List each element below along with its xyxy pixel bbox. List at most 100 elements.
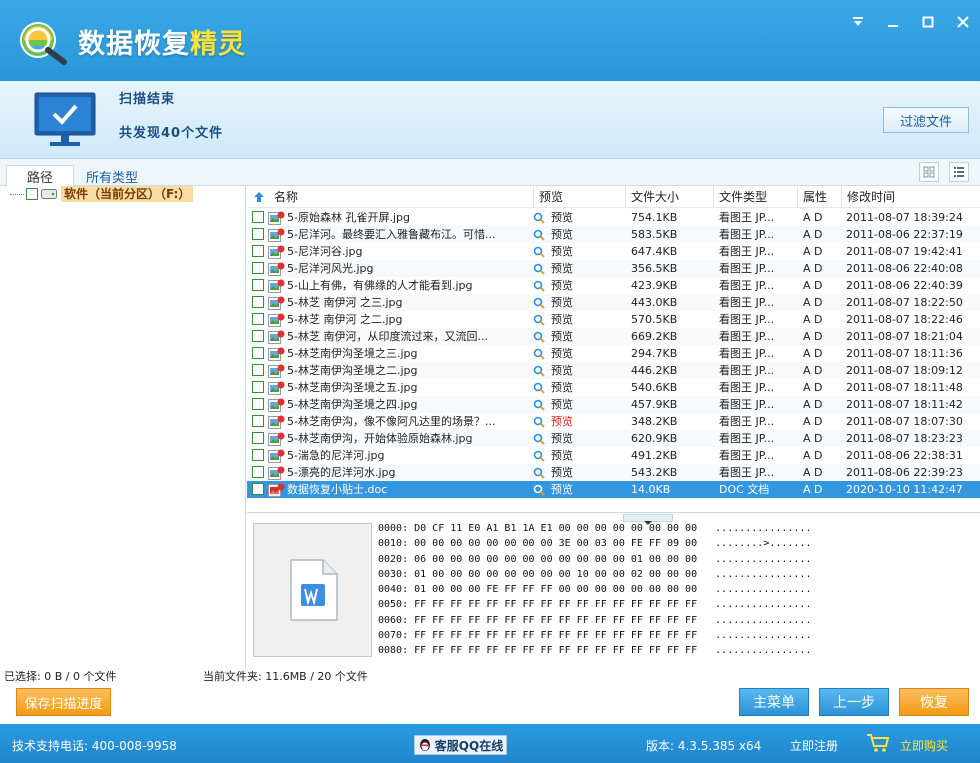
app-title: 数据恢复精灵 [78, 29, 246, 60]
monitor-check-icon [34, 92, 96, 146]
file-type: 看图王 JP... [719, 313, 775, 326]
title-bar: 数据恢复精灵 [0, 0, 980, 81]
filter-files-button[interactable]: 过滤文件 [883, 107, 969, 133]
file-checkbox[interactable] [252, 381, 264, 393]
file-checkbox[interactable] [252, 330, 264, 342]
save-scan-progress-button[interactable]: 保存扫描进度 [16, 688, 111, 716]
partition-checkbox[interactable] [26, 188, 38, 200]
column-preview[interactable]: 预览 [533, 186, 625, 208]
column-attr[interactable]: 属性 [797, 186, 841, 208]
folder-tree: 软件（当前分区）（F:） [0, 186, 246, 668]
column-name[interactable]: 名称 [269, 186, 533, 208]
file-row[interactable]: 5-原始森林 孔雀开屏.jpg 预览 754.1KB 看图王 JP... A D 2011… [247, 209, 980, 226]
file-name: 5-尼洋河。最终要汇入雅鲁藏布江。可惜... [287, 228, 496, 241]
file-row[interactable]: 5-漂亮的尼洋河水.jpg 预览 543.2KB 看图王 JP... A D 2011-0… [247, 464, 980, 481]
file-row[interactable]: 5-尼洋河谷.jpg 预览 647.4KB 看图王 JP... A D 2011-08-0… [247, 243, 980, 260]
preview-link[interactable]: 预览 [533, 277, 617, 294]
preview-link[interactable]: 预览 [533, 362, 617, 379]
file-size: 647.4KB [631, 245, 678, 258]
file-row[interactable]: 5-林芝南伊沟圣境之三.jpg 预览 294.7KB 看图王 JP... A D 2011… [247, 345, 980, 362]
file-row[interactable]: 5-林芝南伊沟圣境之二.jpg 预览 446.2KB 看图王 JP... A D 2011… [247, 362, 980, 379]
file-row[interactable]: 数据恢复小贴士.doc 预览 14.0KB DOC 文档 A D 2020-10-10 1… [247, 481, 980, 498]
file-checkbox[interactable] [252, 313, 264, 325]
file-attr: A D [803, 398, 823, 411]
file-checkbox[interactable] [252, 347, 264, 359]
minimize-button[interactable] [875, 8, 910, 36]
preview-link[interactable]: 预览 [533, 396, 617, 413]
view-thumbnails-button[interactable] [919, 162, 939, 182]
file-checkbox[interactable] [252, 279, 264, 291]
file-row[interactable]: 5-山上有佛，有佛缘的人才能看到.jpg 预览 423.9KB 看图王 JP... A … [247, 277, 980, 294]
view-details-button[interactable] [949, 162, 969, 182]
main-menu-button[interactable]: 主菜单 [739, 688, 809, 716]
footer-bar: 技术支持电话: 400-008-9958 客服QQ在线 版本: 4.3.5.38… [0, 724, 980, 763]
hex-line: 0010: 00 00 00 00 00 00 00 00 3E 00 03 0… [378, 538, 812, 550]
file-checkbox[interactable] [252, 211, 264, 223]
grid-view-icon [923, 166, 935, 178]
preview-link[interactable]: 预览 [533, 464, 617, 481]
preview-link[interactable]: 预览 [533, 311, 617, 328]
preview-link[interactable]: 预览 [533, 430, 617, 447]
file-attr: A D [803, 279, 823, 292]
file-checkbox[interactable] [252, 364, 264, 376]
file-row[interactable]: 5-林芝南伊沟，开始体验原始森林.jpg 预览 620.9KB 看图王 JP... A … [247, 430, 980, 447]
recover-button[interactable]: 恢复 [899, 688, 969, 716]
buy-now-link[interactable]: 立即购买 [900, 737, 948, 754]
preview-link[interactable]: 预览 [533, 260, 617, 277]
file-checkbox[interactable] [252, 398, 264, 410]
preview-link[interactable]: 预览 [533, 294, 617, 311]
qq-support-button[interactable]: 客服QQ在线 [414, 735, 507, 755]
close-icon [956, 16, 969, 28]
previous-step-button[interactable]: 上一步 [819, 688, 889, 716]
preview-link[interactable]: 预览 [533, 209, 617, 226]
sort-up-icon[interactable] [253, 191, 265, 203]
preview-link[interactable]: 预览 [533, 447, 617, 464]
file-checkbox[interactable] [252, 245, 264, 257]
file-checkbox[interactable] [252, 296, 264, 308]
column-size[interactable]: 文件大小 [625, 186, 713, 208]
file-row[interactable]: 5-林芝南伊沟圣境之四.jpg 预览 457.9KB 看图王 JP... A D 2011… [247, 396, 980, 413]
file-size: 14.0KB [631, 483, 671, 496]
file-row[interactable]: 5-林芝 南伊河 之二.jpg 预览 570.5KB 看图王 JP... A D 2011… [247, 311, 980, 328]
file-row[interactable]: 5-尼洋河。最终要汇入雅鲁藏布江。可惜... 预览 583.5KB 看图王 JP...… [247, 226, 980, 243]
file-row[interactable]: 5-林芝南伊沟，像不像阿凡达里的场景？... 预览 348.2KB 看图王 JP...… [247, 413, 980, 430]
file-checkbox[interactable] [252, 466, 264, 478]
file-row[interactable]: 5-林芝 南伊河，从印度流过来，又流回... 预览 669.2KB 看图王 JP...… [247, 328, 980, 345]
file-attr: A D [803, 211, 823, 224]
file-name: 5-林芝南伊沟圣境之四.jpg [287, 398, 418, 411]
preview-link[interactable]: 预览 [533, 226, 617, 243]
file-row[interactable]: 5-林芝南伊沟圣境之五.jpg 预览 540.6KB 看图王 JP... A D 2011… [247, 379, 980, 396]
file-row[interactable]: 5-湍急的尼洋河.jpg 预览 491.2KB 看图王 JP... A D 2011-08… [247, 447, 980, 464]
file-thumbnail [253, 523, 372, 657]
file-checkbox[interactable] [252, 432, 264, 444]
file-row[interactable]: 5-尼洋河风光.jpg 预览 356.5KB 看图王 JP... A D 2011-08-… [247, 260, 980, 277]
maximize-button[interactable] [910, 8, 945, 36]
cart-icon[interactable] [866, 733, 890, 753]
found-count-text: 共发现40个文件 [119, 126, 224, 141]
tree-node-partition[interactable]: 软件（当前分区）（F:） [10, 186, 194, 202]
file-checkbox[interactable] [252, 483, 264, 495]
column-mtime[interactable]: 修改时间 [841, 186, 980, 208]
preview-link[interactable]: 预览 [533, 345, 617, 362]
file-type: 看图王 JP... [719, 262, 775, 275]
tab-all-types[interactable]: 所有类型 [80, 165, 144, 187]
file-checkbox[interactable] [252, 228, 264, 240]
file-row[interactable]: 5-林芝 南伊河 之三.jpg 预览 443.0KB 看图王 JP... A D 2011… [247, 294, 980, 311]
preview-link[interactable]: 预览 [533, 328, 617, 345]
tab-path[interactable]: 路径 [6, 165, 74, 187]
menu-dropdown-button[interactable] [840, 8, 875, 36]
preview-link[interactable]: 预览 [533, 481, 617, 498]
file-checkbox[interactable] [252, 415, 264, 427]
close-button[interactable] [945, 8, 980, 36]
preview-link[interactable]: 预览 [533, 379, 617, 396]
column-type[interactable]: 文件类型 [713, 186, 797, 208]
preview-link[interactable]: 预览 [533, 413, 617, 430]
register-link[interactable]: 立即注册 [790, 737, 838, 754]
file-attr: A D [803, 466, 823, 479]
preview-label: 预览 [551, 228, 573, 241]
file-checkbox[interactable] [252, 262, 264, 274]
preview-label: 预览 [551, 245, 573, 258]
file-checkbox[interactable] [252, 449, 264, 461]
file-type: 看图王 JP... [719, 398, 775, 411]
preview-link[interactable]: 预览 [533, 243, 617, 260]
